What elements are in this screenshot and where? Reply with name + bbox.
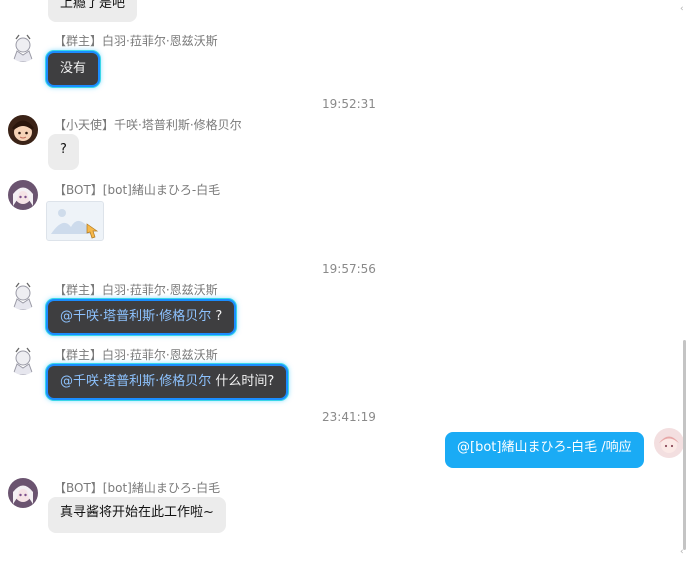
sender-name: 【群主】白羽·菈菲尔·恩兹沃斯 — [54, 34, 218, 48]
sender-name: 【BOT】[bot]緒山まひろ-白毛 — [54, 481, 221, 495]
avatar-little-angel[interactable] — [8, 115, 38, 145]
scrollbar[interactable] — [683, 340, 686, 550]
timestamp: 23:41:19 — [322, 410, 376, 424]
sender-name: 【群主】白羽·菈菲尔·恩兹沃斯 — [54, 283, 218, 297]
message-bubble-partial[interactable]: 上瘾了是吧 — [48, 0, 138, 22]
message-text: ? — [211, 309, 223, 324]
message-bubble[interactable]: 没有 — [46, 51, 101, 87]
sender-name: 【BOT】[bot]緒山まひろ-白毛 — [54, 183, 221, 197]
avatar-owner[interactable] — [8, 345, 38, 375]
image-placeholder-icon[interactable] — [46, 201, 104, 241]
avatar-self[interactable] — [654, 428, 684, 458]
avatar-bot[interactable] — [8, 478, 38, 508]
message-bubble-self[interactable]: @[bot]緒山まひろ-白毛 /响应 — [445, 432, 644, 468]
timestamp: 19:57:56 — [322, 262, 376, 276]
message-text: 真寻酱将开始在此工作啦~ — [60, 505, 214, 520]
mention-link[interactable]: @千咲·塔普利斯·修格贝尔 — [60, 309, 211, 324]
avatar-owner[interactable] — [8, 32, 38, 62]
timestamp: 19:52:31 — [322, 97, 376, 111]
avatar-owner[interactable] — [8, 280, 38, 310]
message-bubble[interactable]: @千咲·塔普利斯·修格贝尔 什么时间? — [46, 364, 289, 400]
message-text: 上瘾了是吧 — [60, 0, 126, 11]
avatar-bot[interactable] — [8, 180, 38, 210]
message-bubble[interactable]: @千咲·塔普利斯·修格贝尔 ? — [46, 299, 237, 335]
message-text: 什么时间? — [211, 374, 275, 389]
scroll-down-marker: ‹ — [680, 547, 684, 557]
message-bubble[interactable]: 真寻酱将开始在此工作啦~ — [48, 497, 226, 533]
message-bubble[interactable]: ? — [48, 134, 79, 170]
message-text: @[bot]緒山まひろ-白毛 /响应 — [457, 440, 632, 455]
scroll-up-marker: ‹ — [680, 4, 684, 14]
message-text: ? — [60, 142, 67, 157]
mention-link[interactable]: @千咲·塔普利斯·修格贝尔 — [60, 374, 211, 389]
message-text: 没有 — [60, 61, 87, 76]
sender-name: 【群主】白羽·菈菲尔·恩兹沃斯 — [54, 348, 218, 362]
sender-name: 【小天使】千咲·塔普利斯·修格贝尔 — [54, 118, 242, 132]
